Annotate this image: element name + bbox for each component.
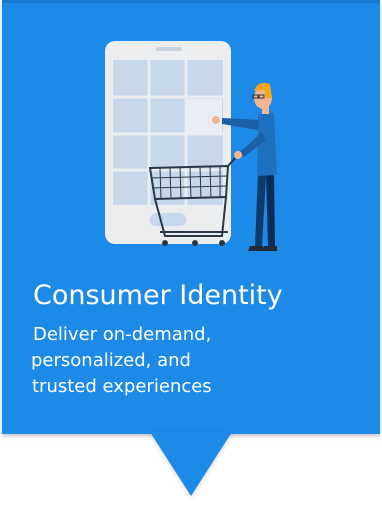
card-title: Consumer Identity: [33, 280, 283, 311]
card-description: Deliver on-demand, personalized, and tru…: [31, 322, 212, 400]
description-line-3: trusted experiences: [32, 376, 212, 397]
phone-speaker: [156, 47, 182, 51]
card-pointer-arrow: [150, 432, 232, 496]
description-line-2: personalized, and: [31, 350, 191, 371]
phone-home-button: [150, 213, 186, 226]
description-line-1: Deliver on-demand,: [33, 324, 212, 345]
person-with-shopping-cart-using-phone-icon: [105, 41, 277, 251]
selected-app-tile: [187, 99, 222, 133]
